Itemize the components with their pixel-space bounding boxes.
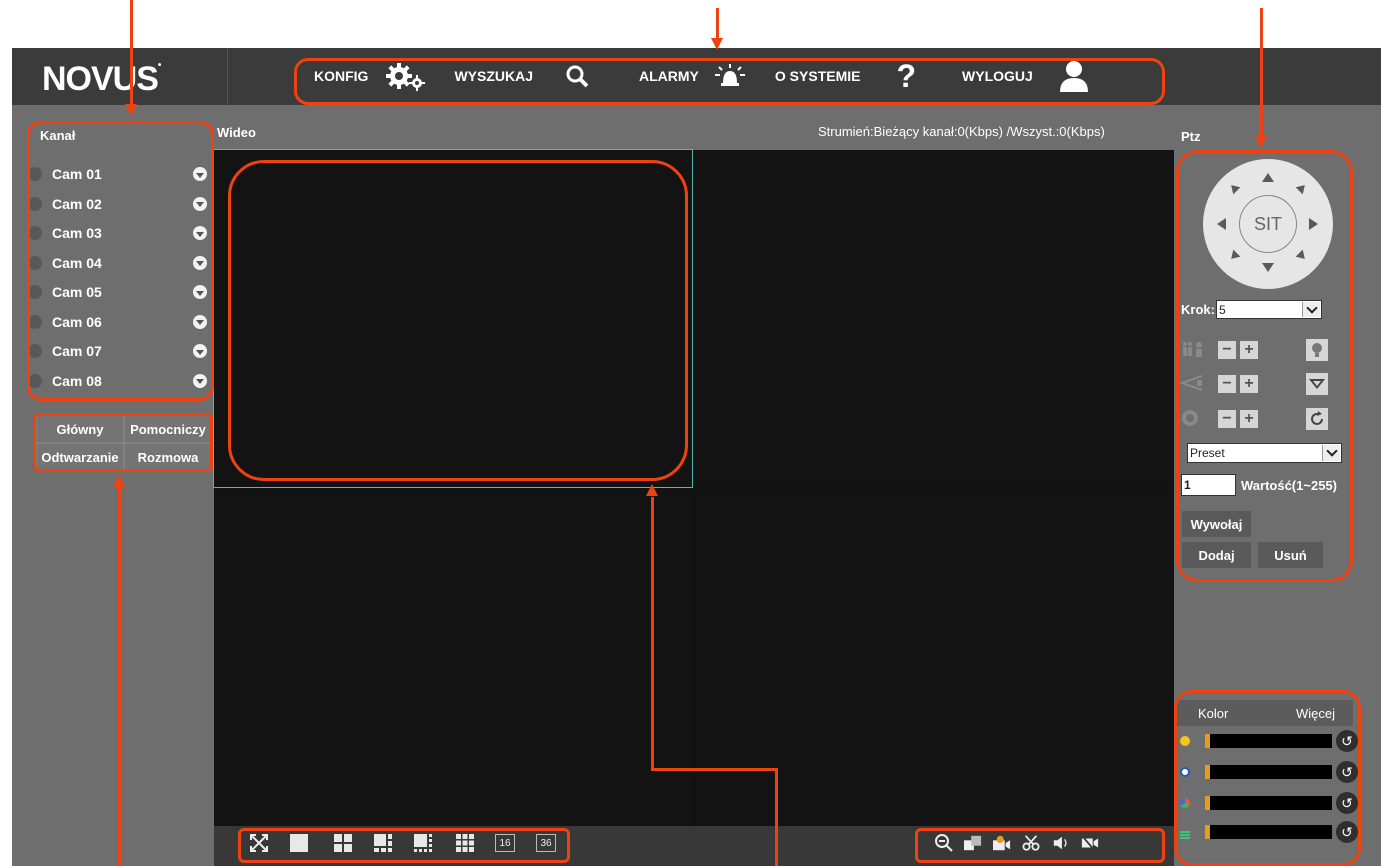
annotation-arrow-head (646, 484, 658, 496)
annotation-arrow-line (1260, 8, 1263, 138)
annotation-tools-box (915, 828, 1165, 863)
annotation-video-box (228, 160, 688, 481)
stream-info: Strumień:Bieżący kanał:0(Kbps) /Wszyst.:… (818, 124, 1105, 139)
header-divider (227, 48, 228, 105)
video-title: Wideo (217, 125, 256, 140)
annotation-layout-box (238, 828, 570, 863)
annotation-arrow-line (651, 768, 778, 771)
annotation-arrow-line (130, 0, 133, 104)
app-root: NOVUS• KONFIG WYSZUKAJ ALARMY O SYSTEMIE… (0, 0, 1381, 866)
annotation-arrow-head (125, 104, 137, 116)
video-pane-3[interactable] (214, 489, 692, 826)
annotation-stream-box (33, 413, 213, 472)
annotation-color-box (1174, 690, 1361, 866)
logo-text: NOVUS (42, 60, 159, 98)
annotation-arrow-head (113, 475, 125, 487)
annotation-arrow-line (118, 487, 121, 866)
annotation-arrow-line (775, 768, 778, 866)
annotation-arrow-head (711, 38, 723, 50)
annotation-arrow-line (716, 8, 719, 40)
video-pane-4[interactable] (694, 489, 1174, 826)
annotation-ptz-box (1176, 150, 1353, 582)
novus-logo: NOVUS• (42, 60, 161, 98)
annotation-channel-box (27, 121, 214, 401)
video-pane-2[interactable] (694, 150, 1174, 487)
annotation-menu-box (294, 58, 1165, 105)
annotation-arrow-line (651, 497, 654, 771)
annotation-arrow-head (1255, 136, 1267, 148)
ptz-title: Ptz (1181, 129, 1201, 144)
